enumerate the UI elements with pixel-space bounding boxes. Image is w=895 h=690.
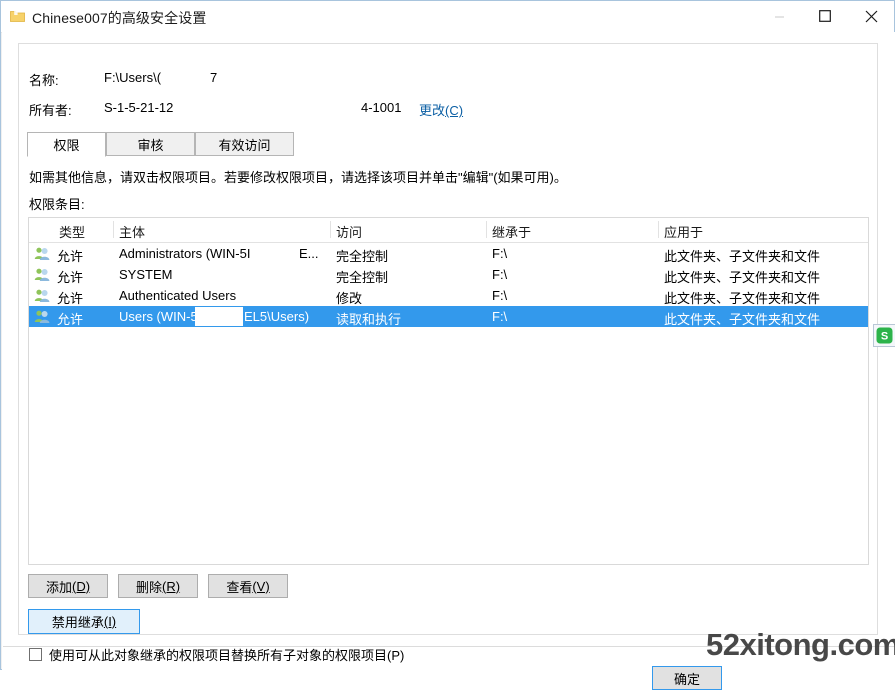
title-bar: Chinese007的高级安全设置 [1,1,894,33]
tab-underline [27,156,871,157]
group-users-icon [34,246,50,261]
change-owner-link[interactable]: 更改(C) [419,100,463,119]
replace-child-permissions-label: 使用可从此对象继承的权限项目替换所有子对象的权限项目(P) [49,645,404,664]
cell-access: 修改 [336,291,363,306]
minimize-icon [774,16,784,17]
maximize-button[interactable] [802,1,848,31]
tab-effective-access-label: 有效访问 [218,137,271,153]
tab-auditing-label: 审核 [137,137,164,153]
table-row[interactable]: 允许 Users (WIN-5I EL5\Users) 读取和执行 F:\ 此文… [29,306,868,327]
view-button[interactable]: 查看 (V) [208,574,288,598]
view-button-accel: (V) [252,578,270,594]
cell-applies-to: 此文件夹、子文件夹和文件 [664,291,821,306]
column-header-access[interactable]: 访问 [336,222,362,241]
add-button-label: 添加 [45,579,72,595]
list-column-header: 类型 主体 访问 继承于 应用于 [29,218,868,243]
maximize-icon [819,10,831,22]
group-users-icon [34,267,50,282]
client-area: 名称: F:\Users\( 7 所有者: S-1-5-21-12 4-1001… [2,32,895,690]
cell-applies-to: 此文件夹、子文件夹和文件 [664,312,821,327]
disable-inheritance-button[interactable]: 禁用继承 (I) [28,609,140,634]
cell-type: 允许 [57,312,84,327]
tab-strip: 权限 审核 有效访问 [27,132,871,157]
sogou-ime-glyph: S [876,327,893,344]
close-button[interactable] [848,1,894,31]
name-value: F:\Users\( [104,70,162,85]
replace-child-permissions-checkbox-row[interactable]: 使用可从此对象继承的权限项目替换所有子对象的权限项目(P) [29,645,404,663]
table-row[interactable]: 允许 Authenticated Users 修改 F:\ 此文件夹、子文件夹和… [29,285,868,306]
cell-applies-to: 此文件夹、子文件夹和文件 [664,249,821,264]
owner-label: 所有者: [29,103,72,118]
cell-inherited-from: F:\ [492,309,508,324]
remove-button[interactable]: 删除 (R) [118,574,198,598]
permission-entries-label: 权限条目: [29,197,85,212]
replace-child-permissions-accel: (P) [387,647,405,663]
cell-type: 允许 [57,270,84,285]
cell-principal-tail: E... [299,246,319,261]
change-owner-link-text: 更改 [419,103,446,118]
column-divider[interactable] [330,221,331,238]
ok-button-label: 确定 [673,671,700,687]
cell-inherited-from: F:\ [492,267,508,282]
name-value-tail: 7 [210,70,218,85]
disable-inheritance-label: 禁用继承 [51,615,104,630]
watermark-text: 52xitong.com [706,627,895,662]
column-divider[interactable] [658,221,659,238]
folder-icon [10,9,25,23]
redaction-block [195,307,243,326]
tab-auditing[interactable]: 审核 [106,132,195,156]
minimize-button[interactable] [756,1,802,31]
remove-button-label: 删除 [135,579,162,595]
group-users-icon [34,309,50,324]
change-owner-link-accel: (C) [445,103,464,118]
tab-permissions-label: 权限 [53,138,80,153]
add-button[interactable]: 添加 (D) [28,574,108,598]
permission-entries-list[interactable]: 类型 主体 访问 继承于 应用于 允许 Administrators (WIN-… [28,217,869,565]
cell-access: 读取和执行 [336,312,402,327]
settings-panel: 名称: F:\Users\( 7 所有者: S-1-5-21-12 4-1001… [18,43,878,663]
table-row[interactable]: 允许 SYSTEM 完全控制 F:\ 此文件夹、子文件夹和文件 [29,264,868,285]
replace-child-permissions-checkbox[interactable] [29,647,42,661]
group-users-icon [34,288,50,303]
cell-access: 完全控制 [336,249,389,264]
advanced-security-settings-window: Chinese007的高级安全设置 名称: F:\Users\( 7 所有者: … [0,0,895,690]
disable-inheritance-accel: (I) [103,614,117,629]
cell-principal: Authenticated Users [119,288,237,303]
name-label: 名称: [29,73,59,88]
instruction-text: 如需其他信息，请双击权限项目。若要修改权限项目，请选择该项目并单击"编辑"(如果… [29,170,567,185]
column-header-applies-to[interactable]: 应用于 [664,222,703,241]
cell-access: 完全控制 [336,270,389,285]
view-button-label: 查看 [226,579,253,595]
owner-value: S-1-5-21-12 [104,100,174,115]
cell-principal: Administrators (WIN-5I [119,246,251,261]
tab-effective-access[interactable]: 有效访问 [195,132,294,156]
cell-type: 允许 [57,291,84,306]
sogou-ime-icon[interactable]: S [873,324,895,347]
table-row[interactable]: 允许 Administrators (WIN-5I E... 完全控制 F:\ … [29,243,868,264]
column-divider[interactable] [113,221,114,238]
add-button-accel: (D) [71,578,91,594]
close-icon [865,10,877,22]
cell-applies-to: 此文件夹、子文件夹和文件 [664,270,821,285]
replace-child-permissions-text: 使用可从此对象继承的权限项目替换所有子对象的权限项目 [49,647,388,663]
cell-principal: SYSTEM [119,267,173,282]
column-divider[interactable] [486,221,487,238]
cell-inherited-from: F:\ [492,288,508,303]
sogou-letter: S [881,331,888,343]
column-header-type[interactable]: 类型 [59,222,85,241]
tab-permissions[interactable]: 权限 [27,132,106,157]
window-title: Chinese007的高级安全设置 [32,10,207,26]
remove-button-accel: (R) [161,578,181,594]
cell-principal-tail: EL5\Users) [244,309,310,324]
cell-type: 允许 [57,249,84,264]
column-header-principal[interactable]: 主体 [119,222,145,241]
cell-inherited-from: F:\ [492,246,508,261]
owner-value-tail: 4-1001 [361,100,402,115]
column-header-inherited-from[interactable]: 继承于 [492,222,531,241]
